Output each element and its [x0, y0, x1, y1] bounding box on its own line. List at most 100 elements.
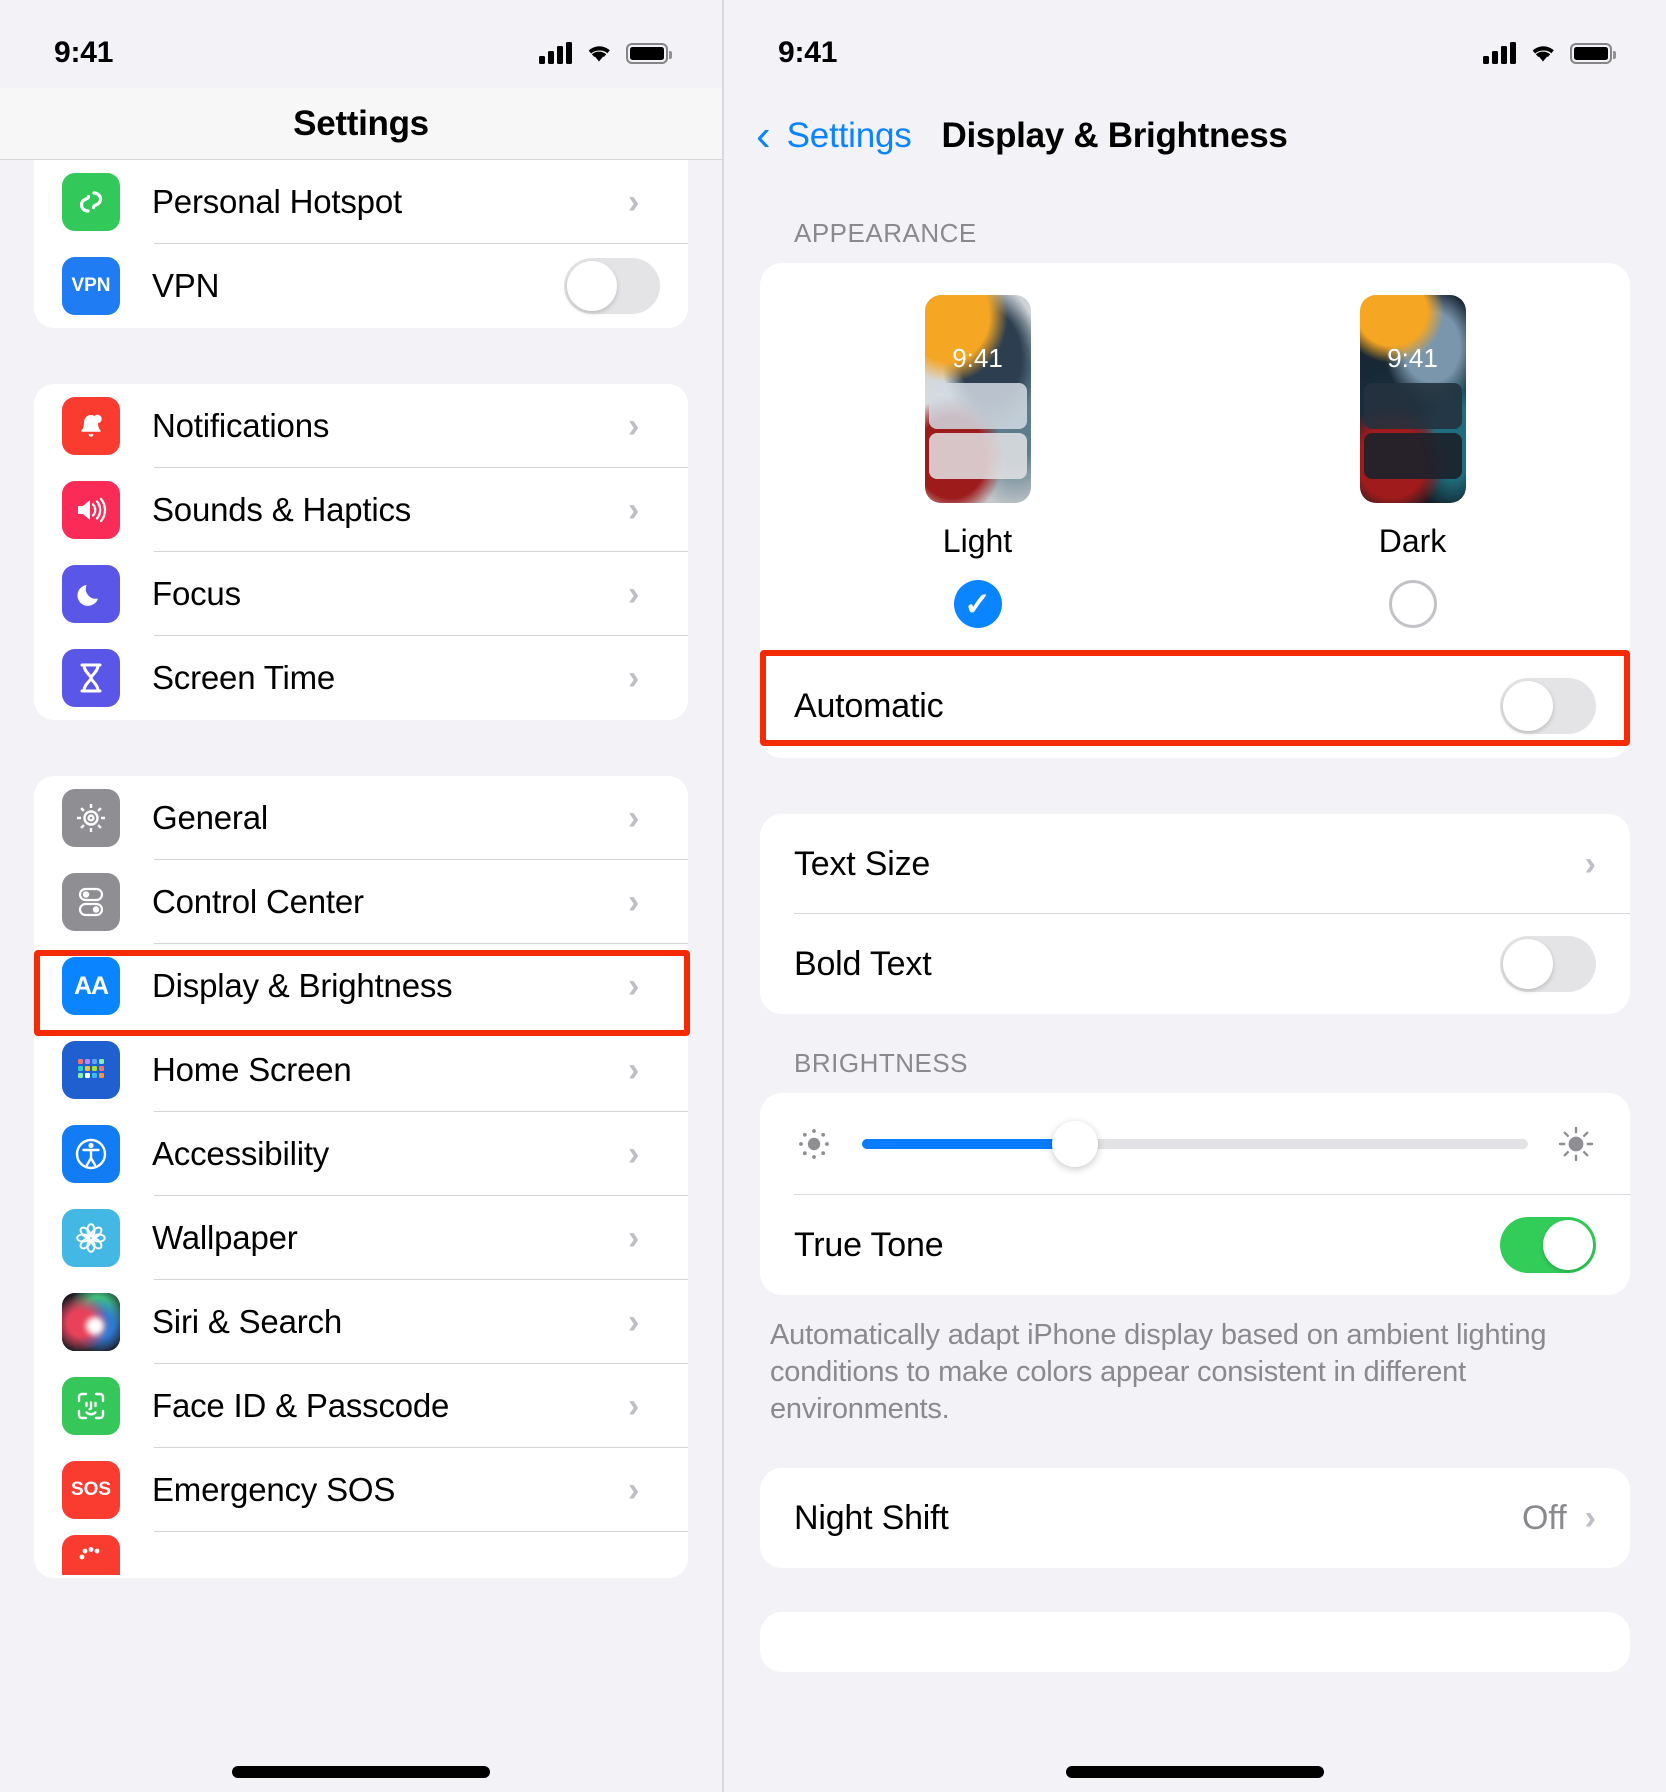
night-shift-row[interactable]: Night Shift Off › — [760, 1468, 1630, 1569]
brightness-slider-track[interactable] — [862, 1121, 1528, 1167]
chevron-right-icon: › — [628, 1135, 640, 1173]
appearance-option-dark[interactable]: 9:41 Dark — [1359, 295, 1466, 628]
preview-notification-card — [1363, 383, 1462, 429]
chevron-right-icon: › — [628, 967, 640, 1005]
text-size-label: Text Size — [794, 844, 931, 883]
chevron-right-icon: › — [628, 1219, 640, 1257]
list-item-label: Control Center — [152, 883, 364, 920]
partial-app-icon — [62, 1535, 120, 1575]
brightness-slider-thumb[interactable] — [1052, 1121, 1099, 1167]
next-card-partial — [760, 1612, 1630, 1673]
chevron-right-icon: › — [628, 883, 640, 921]
list-item-notifications[interactable]: Notifications › — [34, 384, 688, 468]
chevron-right-icon: › — [628, 659, 640, 697]
list-item-sounds-haptics[interactable]: Sounds & Haptics › — [34, 468, 688, 552]
list-item-personal-hotspot[interactable]: Personal Hotspot › — [34, 160, 688, 244]
appearance-option-label: Dark — [1378, 523, 1447, 559]
dark-mode-preview: 9:41 — [1359, 295, 1466, 503]
bold-text-label: Bold Text — [794, 944, 932, 983]
chevron-right-icon: › — [628, 1387, 640, 1425]
control-center-icon — [62, 873, 120, 931]
automatic-toggle[interactable] — [1500, 678, 1596, 734]
list-item-face-id-passcode[interactable]: Face ID & Passcode › — [34, 1364, 688, 1448]
list-item-label: Focus — [152, 575, 241, 612]
list-item-screen-time[interactable]: Screen Time › — [34, 636, 688, 720]
moon-icon — [62, 565, 120, 623]
vpn-icon: VPN — [62, 257, 120, 315]
left-nav-bar: Settings — [0, 88, 722, 160]
cellular-signal-icon — [1483, 42, 1516, 64]
light-mode-radio-selected[interactable]: ✓ — [953, 580, 1002, 628]
wallpaper-icon — [62, 1209, 120, 1267]
appearance-option-light[interactable]: 9:41 Light ✓ — [924, 295, 1031, 628]
bold-text-toggle[interactable] — [1500, 936, 1596, 992]
true-tone-toggle[interactable] — [1500, 1217, 1596, 1273]
vpn-icon-text: VPN — [71, 275, 111, 296]
chevron-right-icon: › — [628, 407, 640, 445]
night-shift-value: Off — [1521, 1498, 1567, 1537]
cellular-signal-icon — [539, 42, 572, 64]
display-brightness-icon: AA — [62, 957, 120, 1015]
back-button-label[interactable]: Settings — [787, 116, 912, 156]
bold-text-row[interactable]: Bold Text — [760, 914, 1630, 1014]
brightness-section-header: BRIGHTNESS — [794, 1048, 969, 1078]
list-item-label: Emergency SOS — [152, 1471, 396, 1508]
status-bar-indicators — [539, 42, 672, 64]
light-mode-preview: 9:41 — [924, 295, 1031, 503]
wifi-icon — [584, 42, 614, 64]
vpn-toggle[interactable] — [564, 258, 660, 314]
list-item-label: General — [152, 799, 269, 836]
settings-group-connectivity: Personal Hotspot › VPN VPN — [34, 160, 688, 328]
settings-group-system: General › Control Center › AA Display & … — [34, 776, 688, 1578]
settings-list[interactable]: Personal Hotspot › VPN VPN Notifications… — [0, 160, 722, 1792]
back-chevron-icon[interactable]: ‹ — [756, 114, 771, 158]
speaker-icon — [62, 481, 120, 539]
list-item-label: Display & Brightness — [152, 967, 453, 1004]
chevron-right-icon: › — [628, 1303, 640, 1341]
list-item-display-brightness[interactable]: AA Display & Brightness › — [34, 944, 688, 1028]
automatic-label: Automatic — [794, 686, 944, 725]
dark-mode-radio-unselected[interactable] — [1388, 580, 1437, 628]
gear-icon — [62, 789, 120, 847]
list-item-accessibility[interactable]: Accessibility › — [34, 1112, 688, 1196]
right-nav-bar: ‹ Settings Display & Brightness — [724, 88, 1666, 184]
bell-icon — [62, 397, 120, 455]
list-item-label: Face ID & Passcode — [152, 1387, 450, 1424]
chevron-right-icon: › — [628, 799, 640, 837]
list-item-vpn[interactable]: VPN VPN — [34, 244, 688, 328]
face-id-icon — [62, 1377, 120, 1435]
list-item-label: Screen Time — [152, 659, 336, 696]
preview-notification-card — [1363, 433, 1462, 479]
list-item-home-screen[interactable]: Home Screen › — [34, 1028, 688, 1112]
chevron-right-icon: › — [1584, 1498, 1596, 1537]
appearance-option-label: Light — [942, 523, 1013, 559]
wifi-icon — [1528, 42, 1558, 64]
siri-icon — [62, 1293, 120, 1351]
automatic-row[interactable]: Automatic — [760, 654, 1630, 758]
home-indicator — [1066, 1766, 1324, 1778]
true-tone-label: True Tone — [794, 1225, 944, 1264]
brightness-low-icon — [794, 1124, 834, 1164]
brightness-high-icon — [1556, 1124, 1596, 1164]
chevron-right-icon: › — [628, 491, 640, 529]
list-item-wallpaper[interactable]: Wallpaper › — [34, 1196, 688, 1280]
list-item-control-center[interactable]: Control Center › — [34, 860, 688, 944]
list-item-focus[interactable]: Focus › — [34, 552, 688, 636]
list-item-general[interactable]: General › — [34, 776, 688, 860]
preview-notification-card — [928, 383, 1027, 429]
brightness-slider-row[interactable] — [760, 1093, 1630, 1195]
status-bar-time: 9:41 — [54, 36, 114, 69]
checkmark-icon: ✓ — [964, 586, 991, 622]
list-item-label: Sounds & Haptics — [152, 491, 412, 528]
preview-notification-card — [928, 433, 1027, 479]
list-item-partial[interactable] — [34, 1532, 688, 1578]
text-settings-card: Text Size › Bold Text — [760, 814, 1630, 1014]
text-size-row[interactable]: Text Size › — [760, 814, 1630, 914]
list-item-emergency-sos[interactable]: SOS Emergency SOS › — [34, 1448, 688, 1532]
list-item-label: Notifications — [152, 407, 330, 444]
accessibility-icon — [62, 1125, 120, 1183]
brightness-card: True Tone — [760, 1093, 1630, 1295]
list-item-siri-search[interactable]: Siri & Search › — [34, 1280, 688, 1364]
left-phone-screen: 9:41 Settings Personal Hotspot › VPN VPN… — [0, 0, 724, 1792]
true-tone-row[interactable]: True Tone — [760, 1195, 1630, 1295]
